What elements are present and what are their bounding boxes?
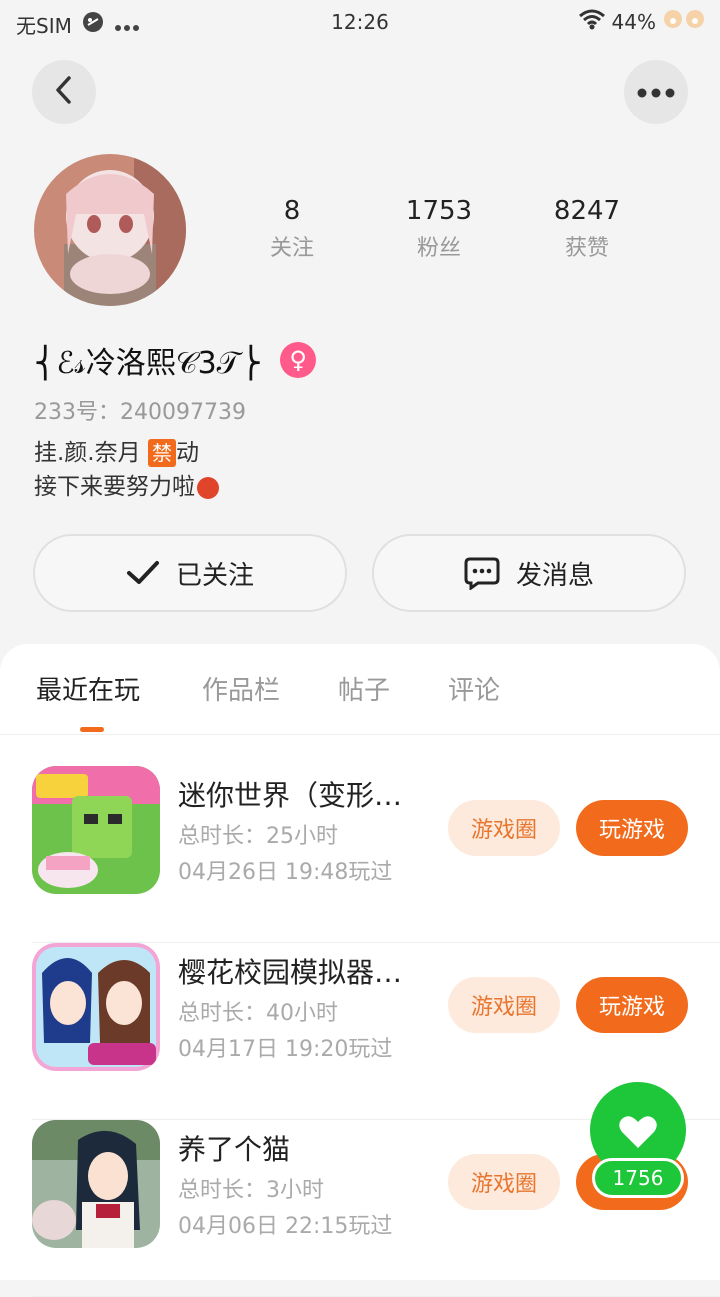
avatar[interactable] — [34, 154, 186, 306]
nickname: ⎨ℰ𝓈冷洛熙𝒞3𝒯⎬ — [34, 346, 263, 381]
play-game-button[interactable]: 玩游戏 — [576, 977, 688, 1033]
bio-line-1: 挂.颜.奈月 禁动 — [34, 436, 219, 470]
wifi-icon — [578, 8, 606, 35]
stat-fans[interactable]: 1753 粉丝 — [379, 196, 499, 262]
game-name: 迷你世界（变形… — [178, 779, 403, 812]
status-right: 44% — [578, 8, 706, 35]
like-count: 1756 — [592, 1158, 684, 1198]
nickname-row: ⎨ℰ𝓈冷洛熙𝒞3𝒯⎬ ♀ — [34, 338, 317, 382]
chat-bubble-icon — [464, 557, 500, 590]
message-button[interactable]: 发消息 — [372, 534, 686, 612]
bio-line-1-suffix: 动 — [175, 440, 199, 466]
game-circle-button[interactable]: 游戏圈 — [448, 800, 560, 856]
game-last-played: 04月06日 22:15玩过 — [178, 1214, 393, 1239]
paw-icon — [662, 8, 706, 35]
game-icon-sakura-school[interactable] — [32, 943, 160, 1071]
likes-count: 8247 — [553, 196, 621, 226]
chevron-left-icon — [52, 75, 76, 109]
following-count: 8 — [283, 196, 301, 226]
tab-posts[interactable]: 帖子 — [338, 670, 390, 707]
game-duration: 总时长：40小时 — [178, 1001, 338, 1026]
tab-works[interactable]: 作品栏 — [202, 670, 280, 707]
game-name: 养了个猫 — [178, 1133, 291, 1166]
bio-line-1-prefix: 挂.颜.奈月 — [34, 440, 148, 466]
game-circle-button[interactable]: 游戏圈 — [448, 977, 560, 1033]
game-row[interactable]: 迷你世界（变形… 总时长：25小时 04月26日 19:48玩过 游戏圈 玩游戏 — [32, 766, 720, 943]
status-bar: 无SIM 12:26 44% — [0, 0, 720, 46]
following-label: 关注 — [269, 236, 314, 261]
game-duration: 总时长：25小时 — [178, 824, 338, 849]
tab-comments[interactable]: 评论 — [448, 670, 500, 707]
likes-label: 获赞 — [564, 236, 609, 261]
play-game-button[interactable]: 玩游戏 — [576, 800, 688, 856]
avatar-image — [34, 154, 186, 306]
tab-indicator — [80, 727, 104, 732]
back-button[interactable] — [32, 60, 96, 124]
ban-badge: 禁 — [147, 439, 176, 467]
battery-text: 44% — [611, 9, 656, 34]
fans-label: 粉丝 — [416, 236, 461, 261]
tab-bar: 最近在玩 作品栏 帖子 评论 — [0, 644, 720, 735]
bio-line-2: 接下来要努力啦 — [34, 470, 219, 504]
followed-label: 已关注 — [175, 560, 254, 591]
rose-icon — [197, 476, 219, 499]
female-icon: ♀ — [280, 342, 317, 378]
bio: 挂.颜.奈月 禁动 接下来要努力啦 — [34, 436, 219, 504]
game-name: 樱花校园模拟器… — [178, 956, 403, 989]
tab-recent[interactable]: 最近在玩 — [36, 670, 140, 707]
followed-button[interactable]: 已关注 — [33, 534, 347, 612]
stat-likes[interactable]: 8247 获赞 — [527, 196, 647, 262]
more-button[interactable] — [624, 60, 688, 124]
bio-line-2-text: 接下来要努力啦 — [34, 474, 195, 500]
heart-icon — [619, 1116, 657, 1148]
user-id: 233号：240097739 — [34, 400, 246, 425]
message-label: 发消息 — [515, 560, 594, 591]
game-icon-mini-world[interactable] — [32, 766, 160, 894]
game-duration: 总时长：3小时 — [178, 1178, 324, 1203]
more-horizontal-icon — [637, 83, 675, 102]
game-last-played: 04月26日 19:48玩过 — [178, 860, 393, 885]
game-last-played: 04月17日 19:20玩过 — [178, 1037, 393, 1062]
check-icon — [126, 561, 159, 584]
stat-following[interactable]: 8 关注 — [232, 196, 352, 262]
game-icon-cat-game[interactable] — [32, 1120, 160, 1248]
game-circle-button[interactable]: 游戏圈 — [448, 1154, 560, 1210]
fans-count: 1753 — [405, 196, 473, 226]
